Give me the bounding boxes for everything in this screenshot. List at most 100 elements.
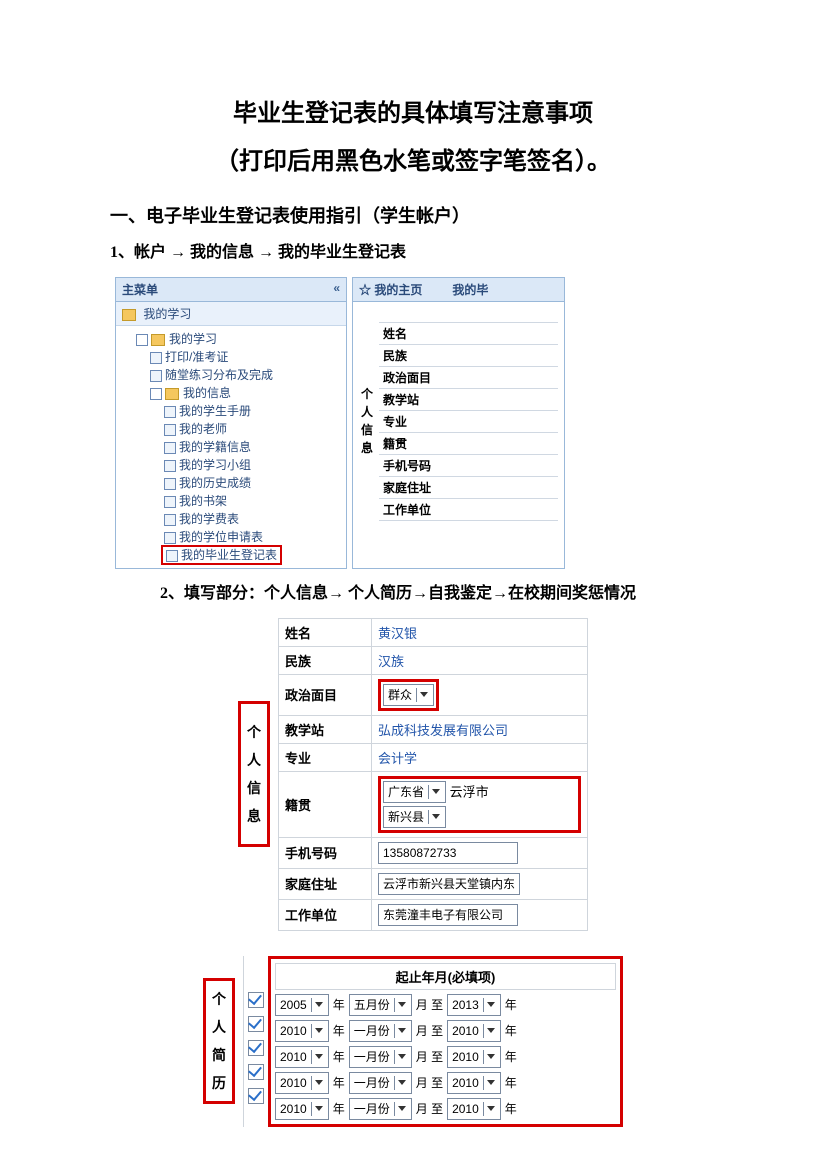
doc-title-1: 毕业生登记表的具体填写注意事项 xyxy=(110,95,716,133)
chevron-down-icon xyxy=(394,998,409,1012)
tree-node[interactable]: 我的学习 打印/准考证 随堂练习分布及完成 我的信息 我的学生手册 我的老师 我… xyxy=(136,330,344,564)
tab-form[interactable]: 我的毕 xyxy=(452,281,488,298)
red-vertical-label-info: 个人信息 xyxy=(238,701,270,847)
value-name: 黄汉银 xyxy=(372,618,588,646)
chevron-down-icon xyxy=(394,1050,409,1064)
year-select[interactable]: 一月份 xyxy=(349,1046,412,1068)
label-station: 教学站 xyxy=(279,715,372,743)
chevron-down-icon xyxy=(483,1102,498,1116)
year-select[interactable]: 2013 xyxy=(447,994,501,1016)
value-major: 会计学 xyxy=(372,743,588,771)
resume-row: 2010年一月份月 至2010年 xyxy=(275,1046,616,1068)
tree-item[interactable]: 我的学生手册 xyxy=(164,402,344,420)
year-select[interactable]: 2010 xyxy=(447,1098,501,1120)
year-select[interactable]: 五月份 xyxy=(349,994,412,1016)
heading-1: 一、电子毕业生登记表使用指引（学生帐户） xyxy=(110,202,716,228)
year-select[interactable]: 一月份 xyxy=(349,1098,412,1120)
year-select[interactable]: 2010 xyxy=(447,1046,501,1068)
chevron-down-icon xyxy=(483,1024,498,1038)
chevron-down-icon xyxy=(428,810,443,824)
resume-row: 2010年一月份月 至2010年 xyxy=(275,1020,616,1042)
row-checkbox[interactable] xyxy=(248,1064,264,1080)
year-select[interactable]: 2010 xyxy=(275,1020,329,1042)
year-select[interactable]: 一月份 xyxy=(349,1020,412,1042)
step-1: 1、帐户 → 我的信息 → 我的毕业生登记表 xyxy=(110,238,716,262)
chevron-down-icon xyxy=(311,1050,326,1064)
chevron-down-icon xyxy=(394,1076,409,1090)
row-checkbox[interactable] xyxy=(248,1088,264,1104)
chevron-down-icon xyxy=(311,998,326,1012)
chevron-down-icon xyxy=(483,1076,498,1090)
tree-item[interactable]: 我的学习小组 xyxy=(164,456,344,474)
year-select[interactable]: 2005 xyxy=(275,994,329,1016)
workplace-input[interactable]: 东莞潼丰电子有限公司 xyxy=(378,904,518,926)
row-checkbox[interactable] xyxy=(248,1016,264,1032)
tree-item[interactable]: 我的学籍信息 xyxy=(164,438,344,456)
value-nation: 汉族 xyxy=(372,646,588,674)
tab-home[interactable]: ☆ 我的主页 xyxy=(359,281,422,298)
year-select[interactable]: 2010 xyxy=(275,1098,329,1120)
tree-pane: 主菜单 « 我的学习 我的学习 打印/准考证 随堂练习分布及完成 我的信息 xyxy=(115,277,347,569)
label-phone: 手机号码 xyxy=(279,837,372,868)
form-field-label: 姓名 xyxy=(379,323,558,345)
label-nation: 民族 xyxy=(279,646,372,674)
tree-section-label: 我的学习 xyxy=(143,307,191,321)
tree-item[interactable]: 我的历史成绩 xyxy=(164,474,344,492)
tree-item[interactable]: 随堂练习分布及完成 xyxy=(150,366,344,384)
personal-info-table: 姓名 黄汉银 民族 汉族 政治面目 群众 教学站 弘成科技发展有限公司 专业 会… xyxy=(278,618,588,931)
form-field-label: 工作单位 xyxy=(379,499,558,521)
label-workplace: 工作单位 xyxy=(279,899,372,930)
resume-row: 2005年五月份月 至2013年 xyxy=(275,994,616,1016)
label-name: 姓名 xyxy=(279,618,372,646)
year-select[interactable]: 2010 xyxy=(275,1072,329,1094)
tree-header-label: 主菜单 xyxy=(122,281,158,298)
form-field-label: 籍贯 xyxy=(379,433,558,455)
chevron-down-icon xyxy=(483,1050,498,1064)
folder-icon xyxy=(122,309,136,321)
label-political: 政治面目 xyxy=(279,674,372,715)
tree-item[interactable]: 打印/准考证 xyxy=(150,348,344,366)
resume-row: 2010年一月份月 至2010年 xyxy=(275,1072,616,1094)
value-station: 弘成科技发展有限公司 xyxy=(372,715,588,743)
tree-item[interactable]: 我的老师 xyxy=(164,420,344,438)
chevron-down-icon xyxy=(394,1024,409,1038)
year-select[interactable]: 2010 xyxy=(275,1046,329,1068)
resume-row: 2010年一月份月 至2010年 xyxy=(275,1098,616,1120)
address-input[interactable]: 云浮市新兴县天堂镇内东 xyxy=(378,873,520,895)
step-2: 2、填写部分：个人信息→ 个人简历→自我鉴定→在校期间奖惩情况 xyxy=(160,579,716,603)
resume-date-box: 起止年月(必填项) 2005年五月份月 至2013年 2010年一月份月 至201… xyxy=(268,956,623,1127)
form-field-label: 手机号码 xyxy=(379,455,558,477)
chevron-down-icon xyxy=(428,785,443,799)
form-field-label: 专业 xyxy=(379,411,558,433)
label-major: 专业 xyxy=(279,743,372,771)
political-select[interactable]: 群众 xyxy=(383,684,434,706)
tree-item[interactable]: 我的学费表 xyxy=(164,510,344,528)
chevron-down-icon xyxy=(394,1102,409,1116)
collapse-icon[interactable]: « xyxy=(333,281,340,298)
resume-head: 起止年月(必填项) xyxy=(275,963,616,990)
form-field-label: 教学站 xyxy=(379,389,558,411)
red-vertical-label-resume: 个人简历 xyxy=(203,978,235,1104)
label-address: 家庭住址 xyxy=(279,868,372,899)
checkbox-column xyxy=(243,956,268,1127)
row-checkbox[interactable] xyxy=(248,992,264,1008)
label-origin: 籍贯 xyxy=(279,771,372,837)
year-select[interactable]: 2010 xyxy=(447,1020,501,1042)
tree-item[interactable]: 我的书架 xyxy=(164,492,344,510)
county-select[interactable]: 新兴县 xyxy=(383,806,446,828)
chevron-down-icon xyxy=(416,688,431,702)
province-select[interactable]: 广东省 xyxy=(383,781,446,803)
tree-item[interactable]: 我的学位申请表 xyxy=(164,528,344,546)
year-select[interactable]: 2010 xyxy=(447,1072,501,1094)
doc-title-2: （打印后用黑色水笔或签字笔签名）。 xyxy=(110,143,716,181)
tree-node[interactable]: 我的信息 我的学生手册 我的老师 我的学籍信息 我的学习小组 我的历史成绩 我的… xyxy=(150,384,344,564)
value-city: 云浮市 xyxy=(450,784,489,799)
row-checkbox[interactable] xyxy=(248,1040,264,1056)
year-select[interactable]: 一月份 xyxy=(349,1072,412,1094)
chevron-down-icon xyxy=(311,1076,326,1090)
phone-input[interactable]: 13580872733 xyxy=(378,842,518,864)
tree-item[interactable]: 我的毕业生登记表 xyxy=(164,546,344,564)
chevron-down-icon xyxy=(483,998,498,1012)
form-field-label: 民族 xyxy=(379,345,558,367)
vertical-label-info: 个人信息 xyxy=(359,322,375,521)
